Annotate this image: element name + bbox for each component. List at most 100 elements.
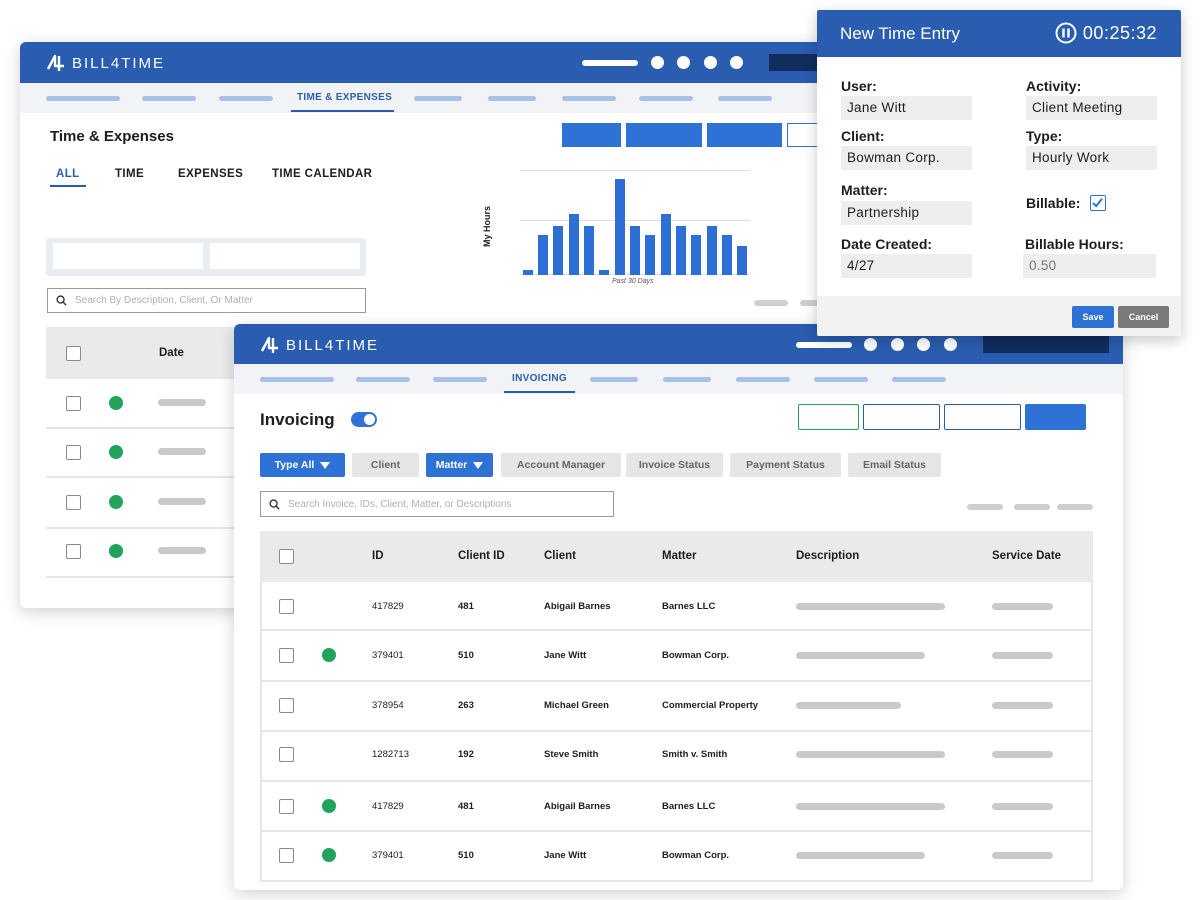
user-field[interactable]: Jane Witt <box>841 96 972 120</box>
brand-logo[interactable]: BILL4TIME <box>46 53 165 73</box>
row-checkbox[interactable] <box>279 648 294 663</box>
cell-client: Abigail Barnes <box>544 601 611 612</box>
description-placeholder <box>796 603 945 610</box>
nav-item[interactable] <box>414 96 462 101</box>
action-button-outline-green[interactable] <box>798 404 859 430</box>
header-dot[interactable] <box>730 56 743 69</box>
nav-item[interactable] <box>718 96 772 101</box>
select-all-checkbox[interactable] <box>279 549 294 564</box>
filter-field[interactable] <box>210 243 360 269</box>
chart-bar <box>721 235 732 275</box>
header-dot[interactable] <box>917 338 930 351</box>
invoicing-toggle[interactable] <box>351 412 377 427</box>
header-dot[interactable] <box>651 56 664 69</box>
tab-all[interactable]: ALL <box>56 168 80 180</box>
action-button[interactable] <box>1025 404 1086 430</box>
nav-item[interactable] <box>46 96 120 101</box>
cell-client: Jane Witt <box>544 850 587 861</box>
column-client: Client <box>544 550 576 562</box>
billable-hours-field[interactable]: 0.50 <box>1023 254 1156 278</box>
nav-item[interactable] <box>488 96 536 101</box>
row-checkbox[interactable] <box>66 396 81 411</box>
tab-time-calendar[interactable]: TIME CALENDAR <box>272 168 372 180</box>
service-date-placeholder <box>992 603 1053 610</box>
filter-type-all[interactable]: Type All <box>260 453 345 477</box>
filter-field[interactable] <box>53 243 203 269</box>
nav-item[interactable] <box>892 377 946 382</box>
pagination-placeholder[interactable] <box>1057 504 1093 510</box>
filter-email-status[interactable]: Email Status <box>848 453 941 477</box>
billable-checkbox[interactable] <box>1090 195 1106 211</box>
nav-item[interactable] <box>219 96 273 101</box>
pagination-placeholder[interactable] <box>967 504 1003 510</box>
filter-account-manager[interactable]: Account Manager <box>501 453 621 477</box>
row-checkbox[interactable] <box>279 698 294 713</box>
search-placeholder: Search Invoice, IDs, Client, Matter, or … <box>288 498 512 510</box>
timer-value: 00:25:32 <box>1082 22 1157 43</box>
main-nav: INVOICING <box>234 364 1123 394</box>
pagination-placeholder[interactable] <box>1014 504 1050 510</box>
client-field[interactable]: Bowman Corp. <box>841 146 972 170</box>
header-dot[interactable] <box>864 338 877 351</box>
nav-item[interactable] <box>590 377 638 382</box>
action-button[interactable] <box>626 123 702 147</box>
filter-invoice-status[interactable]: Invoice Status <box>626 453 723 477</box>
action-button[interactable] <box>707 123 782 147</box>
description-placeholder <box>796 803 945 810</box>
status-dot <box>322 648 336 662</box>
cell-matter: Bowman Corp. <box>662 850 730 861</box>
action-button-outline[interactable] <box>863 404 940 430</box>
save-button[interactable]: Save <box>1072 306 1114 328</box>
chart-bar <box>645 235 656 275</box>
nav-item[interactable] <box>562 96 616 101</box>
date-created-field[interactable]: 4/27 <box>841 254 972 278</box>
row-checkbox[interactable] <box>66 544 81 559</box>
type-field[interactable]: Hourly Work <box>1026 146 1157 170</box>
nav-item[interactable] <box>142 96 196 101</box>
row-checkbox[interactable] <box>279 747 294 762</box>
matter-field[interactable]: Partnership <box>841 201 972 225</box>
header-dot[interactable] <box>677 56 690 69</box>
row-checkbox[interactable] <box>279 599 294 614</box>
cell-matter: Bowman Corp. <box>662 650 730 661</box>
header-dot[interactable] <box>704 56 717 69</box>
nav-item[interactable] <box>356 377 410 382</box>
filter-client[interactable]: Client <box>352 453 419 477</box>
select-all-checkbox[interactable] <box>66 346 81 361</box>
chart-bar <box>583 226 594 275</box>
filter-payment-status[interactable]: Payment Status <box>730 453 841 477</box>
header-dot[interactable] <box>944 338 957 351</box>
row-checkbox[interactable] <box>279 848 294 863</box>
pause-icon[interactable] <box>1055 22 1077 44</box>
brand-logo[interactable]: BILL4TIME <box>260 335 379 355</box>
tab-expenses[interactable]: EXPENSES <box>178 168 243 180</box>
nav-item-invoicing[interactable]: INVOICING <box>512 373 567 384</box>
cell-client-id: 510 <box>458 850 474 861</box>
nav-item[interactable] <box>736 377 790 382</box>
header-account-bar[interactable] <box>983 336 1109 353</box>
nav-item[interactable] <box>433 377 487 382</box>
nav-item[interactable] <box>814 377 868 382</box>
row-checkbox[interactable] <box>66 495 81 510</box>
row-divider <box>260 680 1093 682</box>
filter-matter[interactable]: Matter <box>426 453 493 477</box>
nav-item[interactable] <box>639 96 693 101</box>
search-input[interactable]: Search By Description, Client, Or Matter <box>47 288 366 313</box>
header-dot[interactable] <box>891 338 904 351</box>
cancel-button[interactable]: Cancel <box>1118 306 1169 328</box>
chart-gridline <box>520 170 750 171</box>
nav-item-time-expenses[interactable]: TIME & EXPENSES <box>297 92 392 103</box>
action-button-outline[interactable] <box>944 404 1021 430</box>
row-checkbox[interactable] <box>66 445 81 460</box>
chart-bar <box>737 245 748 275</box>
tab-time[interactable]: TIME <box>115 168 144 180</box>
row-checkbox[interactable] <box>279 799 294 814</box>
invoice-search-input[interactable]: Search Invoice, IDs, Client, Matter, or … <box>260 491 614 517</box>
status-dot <box>109 445 123 459</box>
nav-item[interactable] <box>260 377 334 382</box>
activity-field[interactable]: Client Meeting <box>1026 96 1157 120</box>
action-button[interactable] <box>562 123 621 147</box>
pagination-placeholder[interactable] <box>754 300 788 306</box>
nav-item[interactable] <box>663 377 711 382</box>
date-placeholder <box>158 448 206 455</box>
